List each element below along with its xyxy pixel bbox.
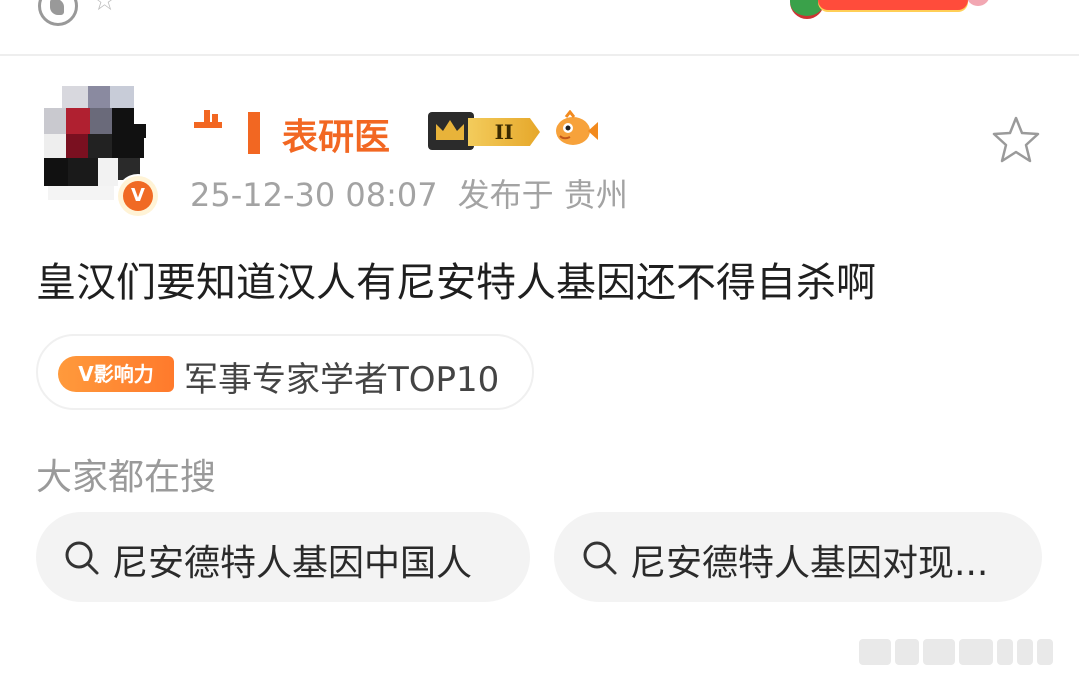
divider — [0, 54, 1079, 56]
trending-search-label: 尼安德特人基因对现... — [630, 543, 989, 584]
verified-badge: V — [118, 176, 158, 216]
post-timestamp: 25-12-30 08:07 — [190, 176, 438, 214]
star-icon[interactable] — [990, 114, 1042, 166]
event-banner-badge[interactable] — [790, 0, 1000, 19]
banner-tail — [966, 0, 990, 6]
trending-title: 大家都在搜 — [36, 457, 217, 498]
username-decoration-bar — [248, 112, 260, 154]
verified-v-icon: V — [123, 181, 153, 211]
banner-pill — [818, 0, 968, 10]
trending-search-item[interactable]: 尼安德特人基因对现... — [554, 512, 1042, 602]
trending-search-label: 尼安德特人基因中国人 — [112, 543, 473, 584]
level-badge-label: II — [468, 118, 540, 146]
influence-label: 军事专家学者TOP10 — [184, 360, 500, 400]
search-icon — [65, 541, 99, 575]
influence-chip[interactable]: V影响力 军事专家学者TOP10 — [36, 334, 534, 410]
watermark — [858, 638, 1068, 666]
trending-search-item[interactable]: 尼安德特人基因中国人 — [36, 512, 530, 602]
top-partial-text: ☆ — [92, 0, 118, 17]
search-icon — [583, 541, 617, 575]
post-content: 皇汉们要知道汉人有尼安特人基因还不得自杀啊 — [36, 260, 876, 306]
influence-tag: V影响力 — [58, 356, 174, 392]
post-location: 发布于 贵州 — [457, 176, 628, 214]
fish-emoji-icon — [556, 110, 598, 145]
username-decoration — [190, 110, 226, 132]
post-meta: 25-12-30 08:07 发布于 贵州 — [190, 170, 628, 216]
level-badge[interactable]: II — [428, 110, 542, 150]
clock-icon[interactable] — [38, 0, 78, 26]
crown-icon — [428, 112, 474, 150]
top-toolbar: ☆ — [0, 0, 1079, 56]
username[interactable]: 表研医 — [282, 108, 390, 160]
